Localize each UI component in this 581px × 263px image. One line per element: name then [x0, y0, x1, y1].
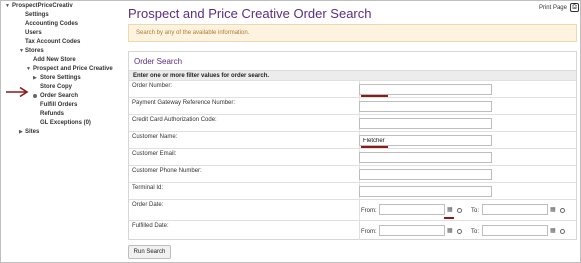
order-number-input[interactable]	[359, 84, 492, 95]
field-row-gateway-ref: Payment Gateway Reference Number:	[129, 97, 576, 115]
sidebar-tree: ProspectPriceCreativ Settings Accounting…	[1, 1, 123, 262]
sidebar-item-add-new-store[interactable]: Add New Store	[33, 56, 76, 65]
calendar-icon[interactable]: ▦	[447, 227, 453, 234]
order-search-panel: Order Search Enter one or more filter va…	[128, 51, 577, 240]
to-label: To:	[471, 208, 480, 214]
field-label: Order Date:	[132, 202, 164, 208]
field-label: Terminal Id:	[132, 185, 164, 191]
customer-email-input[interactable]	[359, 152, 492, 163]
print-page-link[interactable]: Print Page	[539, 5, 567, 11]
gateway-reference-input[interactable]	[359, 101, 492, 112]
from-label: From:	[361, 208, 377, 214]
run-search-button[interactable]: Run Search	[128, 245, 171, 259]
fulfilled-date-from-input[interactable]	[379, 225, 445, 236]
field-row-terminal-id: Terminal Id:	[129, 182, 576, 200]
panel-title: Order Search	[134, 57, 183, 66]
sidebar-item-order-search[interactable]: Order Search	[40, 92, 78, 101]
expand-icon[interactable]	[26, 65, 31, 74]
field-row-order-date: Order Date: From: ▦ To: ▦	[129, 199, 576, 221]
field-label: Order Number:	[132, 83, 173, 89]
sidebar-item-users[interactable]: Users	[25, 29, 42, 38]
auth-code-input[interactable]	[359, 118, 492, 129]
to-label: To:	[471, 229, 480, 235]
bullet-icon	[33, 94, 37, 98]
field-row-customer-name: Customer Name:	[129, 131, 576, 149]
sidebar-item-settings[interactable]: Settings	[25, 11, 49, 20]
collapse-icon[interactable]	[19, 128, 23, 137]
main-content: Prospect and Price Creative Order Search…	[123, 1, 580, 262]
expand-icon[interactable]	[5, 2, 10, 11]
info-notice: Search by any of the available informati…	[128, 24, 577, 42]
sidebar-item-stores[interactable]: Stores	[25, 47, 44, 56]
field-row-fulfilled-date: Fulfilled Date: From: ▦ To: ▦	[129, 220, 576, 240]
print-icon[interactable]: ⎙	[570, 3, 579, 12]
page-title: Prospect and Price Creative Order Search	[128, 6, 372, 21]
collapse-icon[interactable]	[33, 74, 37, 83]
sidebar-item-refunds[interactable]: Refunds	[40, 110, 64, 119]
tree-root[interactable]: ProspectPriceCreativ	[12, 2, 73, 11]
fulfilled-date-to-input[interactable]	[482, 225, 548, 236]
field-row-order-number: Order Number:	[129, 80, 576, 98]
field-label: Fulfilled Date:	[132, 223, 169, 229]
customer-name-input[interactable]	[359, 135, 492, 146]
from-label: From:	[361, 229, 377, 235]
panel-subtitle: Enter one or more filter values for orde…	[129, 70, 576, 80]
sidebar-item-store-settings[interactable]: Store Settings	[40, 74, 81, 83]
clock-icon[interactable]	[457, 229, 462, 234]
clock-icon[interactable]	[560, 229, 565, 234]
field-row-customer-phone: Customer Phone Number:	[129, 165, 576, 183]
field-label: Payment Gateway Reference Number:	[132, 100, 236, 106]
field-label: Customer Name:	[132, 134, 178, 140]
divider	[359, 200, 360, 221]
calendar-icon[interactable]: ▦	[550, 227, 556, 234]
expand-icon[interactable]	[19, 47, 24, 56]
divider	[359, 221, 360, 240]
sidebar-item-sites[interactable]: Sites	[25, 128, 39, 137]
sidebar-item-tax-account-codes[interactable]: Tax Account Codes	[25, 38, 80, 47]
field-row-auth-code: Credit Card Authorization Code:	[129, 114, 576, 132]
sidebar-item-gl-exceptions[interactable]: GL Exceptions (0)	[40, 119, 91, 128]
right-arrow-icon	[6, 86, 29, 98]
field-label: Credit Card Authorization Code:	[132, 117, 217, 123]
sidebar-item-fulfill-orders[interactable]: Fulfill Orders	[40, 101, 77, 110]
sidebar-item-accounting-codes[interactable]: Accounting Codes	[25, 20, 78, 29]
clock-icon[interactable]	[560, 208, 565, 213]
sidebar-item-store-prospect[interactable]: Prospect and Price Creative	[33, 65, 113, 74]
field-row-customer-email: Customer Email:	[129, 148, 576, 166]
field-label: Customer Email:	[132, 151, 177, 157]
terminal-id-input[interactable]	[359, 186, 492, 197]
annotation-underline	[444, 217, 454, 219]
order-date-from-input[interactable]	[379, 204, 445, 215]
field-label: Customer Phone Number:	[132, 168, 202, 174]
customer-phone-input[interactable]	[359, 169, 492, 180]
sidebar-item-store-copy[interactable]: Store Copy	[40, 83, 72, 92]
calendar-icon[interactable]: ▦	[447, 206, 453, 213]
window-frame: ProspectPriceCreativ Settings Accounting…	[0, 0, 581, 263]
calendar-icon[interactable]: ▦	[550, 206, 556, 213]
order-date-to-input[interactable]	[482, 204, 548, 215]
clock-icon[interactable]	[457, 208, 462, 213]
